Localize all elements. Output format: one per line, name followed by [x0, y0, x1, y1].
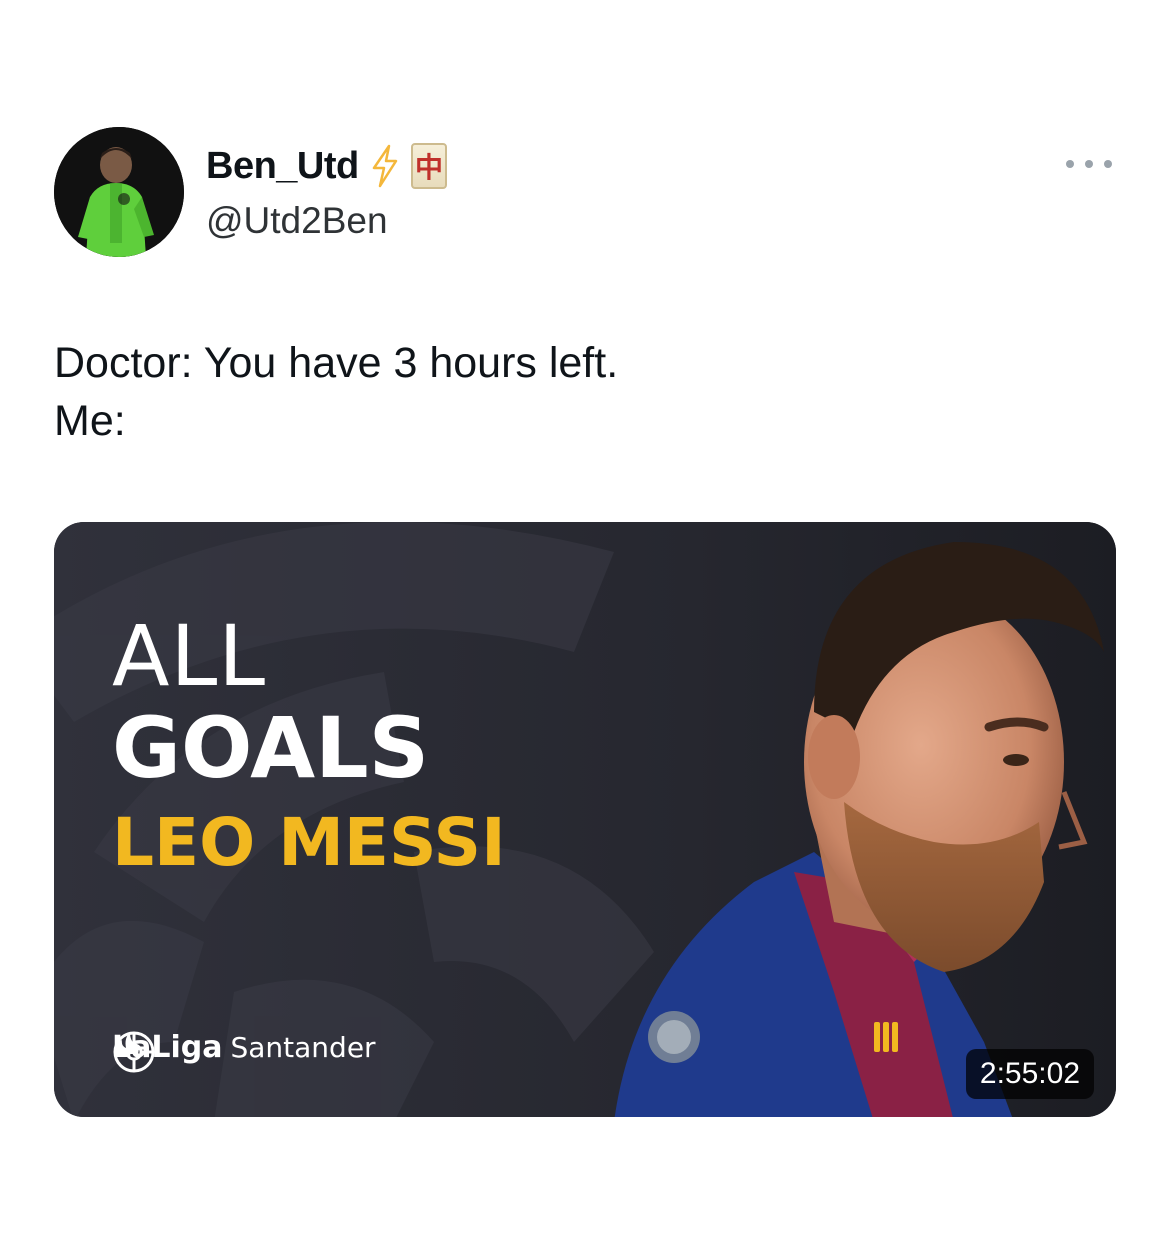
display-name-row: Ben_Utd 中 — [206, 143, 447, 189]
tweet-text: Doctor: You have 3 hours left. Me: — [54, 334, 618, 450]
video-thumbnail[interactable]: ALL GOALS LEO MESSI LaLiga Santander 2:5… — [54, 522, 1116, 1117]
mahjong-red-dragon-icon: 中 — [410, 143, 447, 189]
tweet-text-line-2: Me: — [54, 397, 126, 445]
lightning-bolt-icon — [371, 144, 399, 188]
avatar-player-image — [54, 127, 184, 257]
tweet-text-line-1: Doctor: You have 3 hours left. — [54, 339, 619, 387]
santander-flame-icon — [115, 1032, 139, 1054]
display-name[interactable]: Ben_Utd — [206, 145, 359, 188]
thumbnail-title-goals: GOALS — [112, 699, 430, 797]
avatar[interactable] — [54, 127, 184, 257]
user-handle[interactable]: @Utd2Ben — [206, 200, 388, 242]
mahjong-glyph: 中 — [414, 151, 443, 184]
thumbnail-title-player: LEO MESSI — [112, 804, 506, 881]
laliga-santander-brand: LaLiga Santander — [112, 1030, 376, 1073]
thumbnail-title-all: ALL — [112, 607, 267, 705]
video-duration-badge: 2:55:02 — [965, 1049, 1094, 1099]
santander-wordmark: Santander — [230, 1031, 376, 1064]
more-options-icon[interactable] — [1066, 157, 1112, 171]
